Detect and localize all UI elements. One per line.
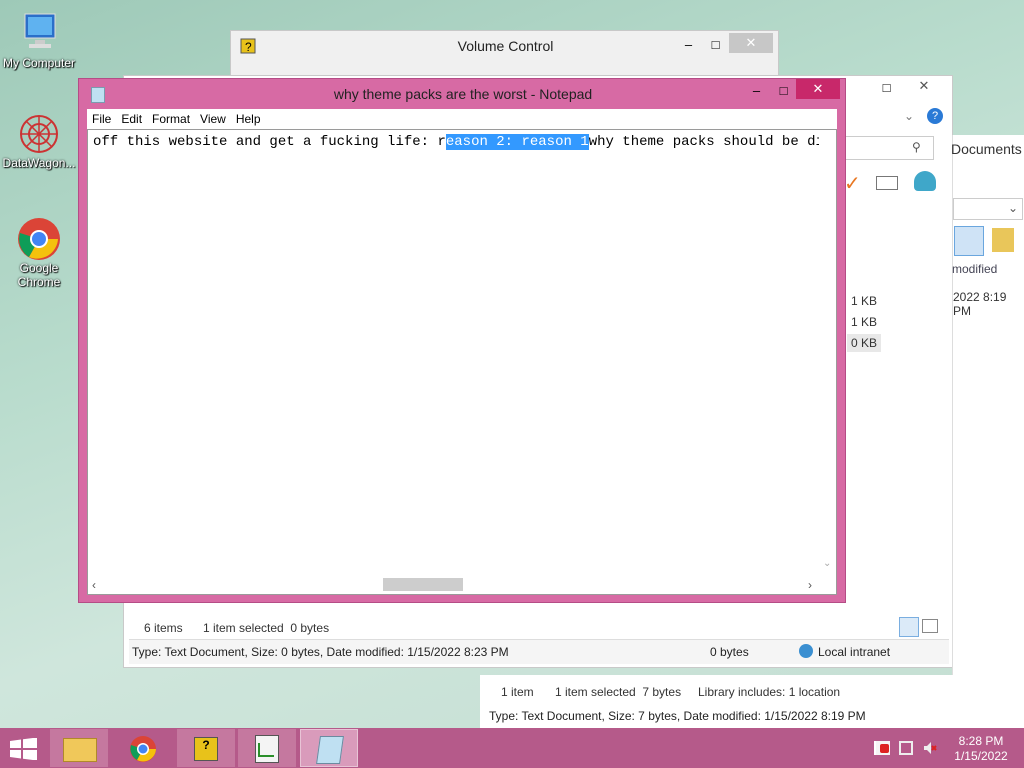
- scroll-left-arrow[interactable]: ‹: [92, 578, 96, 592]
- taskbar-volume-control[interactable]: ?: [177, 729, 235, 767]
- desktop-icon-label: My Computer: [2, 56, 76, 70]
- taskbar-notepad[interactable]: [300, 729, 358, 767]
- menu-help[interactable]: Help: [231, 109, 266, 129]
- desktop-icon-my-computer[interactable]: My Computer: [0, 10, 78, 70]
- status-library: Library includes: 1 location: [698, 685, 841, 699]
- menu-view[interactable]: View: [195, 109, 231, 129]
- status-selected: 1 item selected 7 bytes: [555, 685, 682, 699]
- details-text: Type: Text Document, Size: 0 bytes, Date…: [132, 645, 509, 659]
- text-before-selection: off this website and get a fucking life:…: [93, 134, 446, 150]
- close-button[interactable]: ✕: [729, 33, 773, 53]
- desktop-icon-datawagon[interactable]: DataWagon...: [0, 110, 78, 170]
- scroll-thumb[interactable]: [383, 578, 463, 591]
- documents-title: Documents: [951, 141, 1022, 157]
- desktop-icon-google-chrome[interactable]: Google Chrome: [0, 215, 78, 289]
- view-dropdown[interactable]: ⌄: [953, 198, 1023, 220]
- folder-check-icon[interactable]: [992, 228, 1014, 252]
- date-cell: 2022 8:19 PM: [953, 290, 1007, 318]
- column-header-modified[interactable]: modified: [952, 262, 997, 276]
- clock-date: 1/15/2022: [954, 749, 1008, 763]
- clock-time: 8:28 PM: [958, 734, 1004, 748]
- speaker-muted-icon[interactable]: [923, 741, 937, 755]
- datawagon-icon: [15, 110, 63, 154]
- maximize-button[interactable]: □: [874, 78, 899, 98]
- desktop-icon-label: DataWagon...: [2, 156, 76, 170]
- status-item-count: 6 items: [144, 621, 183, 635]
- volume-control-icon: ?: [194, 737, 218, 761]
- close-button[interactable]: ✕: [796, 79, 840, 99]
- scroll-down-arrow[interactable]: ⌄: [823, 558, 831, 569]
- folder-icon: [63, 738, 97, 762]
- network-icon[interactable]: [899, 741, 913, 755]
- close-button[interactable]: ✕: [902, 76, 946, 96]
- status-bar-front: 1 item 1 item selected 7 bytes Library i…: [480, 675, 1024, 728]
- status-item-count: 1 item: [501, 685, 534, 699]
- chrome-icon: [130, 736, 156, 762]
- chevron-down-icon: ⌄: [1007, 201, 1018, 215]
- preview-pane-icon[interactable]: [954, 226, 984, 256]
- menu-bar: File Edit Format View Help: [87, 109, 837, 129]
- taskbar-file-explorer[interactable]: [50, 729, 108, 767]
- taskbar: ? 8:28 PM 1/15/2022: [0, 728, 1024, 768]
- scroll-right-arrow[interactable]: ›: [808, 578, 812, 592]
- taskbar-spreadsheet-app[interactable]: [238, 729, 296, 767]
- notepad-text-area[interactable]: off this website and get a fucking life:…: [87, 129, 837, 595]
- selected-text: eason 2: reason 1: [445, 134, 589, 150]
- notepad-title: why theme packs are the worst - Notepad: [333, 86, 593, 102]
- error-mark-icon: [880, 744, 889, 753]
- document-text: off this website and get a fucking life:…: [93, 134, 837, 150]
- minimize-button[interactable]: –: [676, 35, 701, 55]
- clock[interactable]: 8:28 PM 1/15/2022: [948, 734, 1014, 764]
- computer-icon: [15, 10, 63, 54]
- windows-logo-icon: [10, 737, 37, 761]
- maximize-button[interactable]: □: [703, 35, 728, 55]
- notepad-window[interactable]: why theme packs are the worst - Notepad …: [78, 78, 846, 603]
- desktop-icon-label: Google Chrome: [17, 261, 61, 289]
- notepad-icon: [316, 736, 344, 764]
- menu-file[interactable]: File: [87, 109, 116, 129]
- taskbar-chrome[interactable]: [114, 729, 172, 767]
- status-selected: 1 item selected 0 bytes: [203, 621, 330, 635]
- minimize-button[interactable]: –: [744, 81, 769, 101]
- horizontal-scrollbar[interactable]: ‹ ›: [88, 576, 819, 594]
- vertical-scrollbar[interactable]: ⌄: [819, 130, 836, 576]
- menu-format[interactable]: Format: [147, 109, 195, 129]
- text-after-selection: why theme packs should be disabl: [588, 134, 837, 150]
- start-button[interactable]: [10, 737, 38, 761]
- menu-edit[interactable]: Edit: [116, 109, 147, 129]
- maximize-button[interactable]: □: [771, 81, 796, 101]
- details-text: Type: Text Document, Size: 7 bytes, Date…: [489, 709, 866, 723]
- chart-line: [258, 743, 274, 757]
- action-center-flag-icon[interactable]: [874, 741, 890, 755]
- chrome-icon: [15, 215, 63, 260]
